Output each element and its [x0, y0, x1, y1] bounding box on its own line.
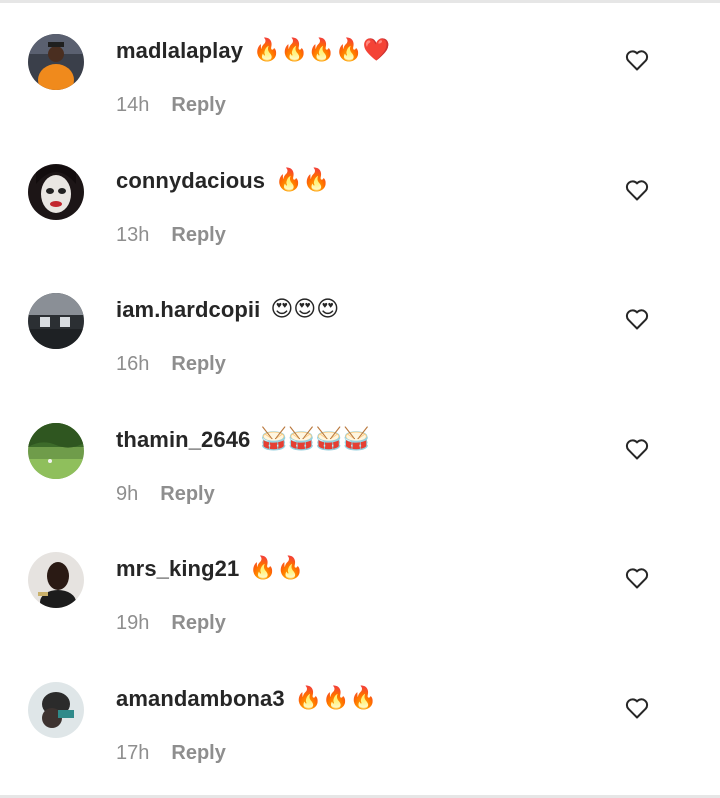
comment-timestamp: 14h: [116, 94, 150, 116]
avatar[interactable]: [28, 682, 84, 738]
comment-meta: 9h Reply: [116, 483, 215, 506]
comment-text: 🔥🔥: [249, 556, 305, 581]
comment-username[interactable]: iam.hardcopii: [116, 297, 260, 323]
avatar[interactable]: [28, 552, 84, 608]
comment-timestamp: 17h: [116, 742, 150, 764]
avatar[interactable]: [28, 423, 84, 479]
comment-item: madlalaplay 🔥🔥🔥🔥❤️ 14h Reply: [0, 0, 720, 129]
comment-username[interactable]: thamin_2646: [116, 427, 250, 453]
comment-item: thamin_2646 🥁🥁🥁🥁 9h Reply: [0, 389, 720, 518]
comment-timestamp: 13h: [116, 224, 150, 246]
comment-text-line: madlalaplay 🔥🔥🔥🔥❤️: [116, 34, 390, 68]
comment-text-line: connydacious 🔥🔥: [116, 164, 330, 198]
comment-text-line: thamin_2646 🥁🥁🥁🥁: [116, 423, 370, 457]
comment-text: 😍😍😍: [270, 297, 340, 322]
reply-button[interactable]: Reply: [171, 742, 225, 765]
heart-outline-icon[interactable]: [625, 697, 649, 719]
heart-outline-icon[interactable]: [625, 179, 649, 201]
comment-username[interactable]: amandambona3: [116, 686, 285, 712]
comment-meta: 13h Reply: [116, 224, 226, 247]
comment-timestamp: 16h: [116, 353, 150, 375]
heart-outline-icon[interactable]: [625, 567, 649, 589]
comment-text: 🥁🥁🥁🥁: [260, 427, 370, 452]
reply-button[interactable]: Reply: [171, 353, 225, 376]
comment-timestamp: 9h: [116, 483, 139, 505]
comment-text: 🔥🔥: [275, 168, 330, 193]
heart-outline-icon[interactable]: [625, 438, 649, 460]
comment-username[interactable]: connydacious: [116, 168, 265, 194]
avatar[interactable]: [28, 34, 84, 90]
comment-meta: 19h Reply: [116, 612, 226, 635]
comment-text-line: iam.hardcopii 😍😍😍: [116, 293, 339, 327]
reply-button[interactable]: Reply: [171, 612, 225, 635]
comment-text-line: amandambona3 🔥🔥🔥: [116, 682, 377, 716]
comment-text-line: mrs_king21 🔥🔥: [116, 552, 304, 586]
comment-item: iam.hardcopii 😍😍😍 16h Reply: [0, 259, 720, 388]
comment-item: mrs_king21 🔥🔥 19h Reply: [0, 518, 720, 647]
comment-username[interactable]: madlalaplay: [116, 38, 243, 64]
comment-text: 🔥🔥🔥🔥❤️: [253, 38, 391, 63]
heart-outline-icon[interactable]: [625, 49, 649, 71]
reply-button[interactable]: Reply: [171, 94, 225, 117]
avatar[interactable]: [28, 164, 84, 220]
reply-button[interactable]: Reply: [160, 483, 214, 506]
comment-meta: 17h Reply: [116, 742, 226, 765]
comment-meta: 14h Reply: [116, 94, 226, 117]
reply-button[interactable]: Reply: [171, 224, 225, 247]
comment-item: connydacious 🔥🔥 13h Reply: [0, 130, 720, 259]
avatar[interactable]: [28, 293, 84, 349]
comment-username[interactable]: mrs_king21: [116, 556, 239, 582]
comment-timestamp: 19h: [116, 612, 150, 634]
heart-outline-icon[interactable]: [625, 308, 649, 330]
comment-text: 🔥🔥🔥: [294, 686, 377, 711]
comment-meta: 16h Reply: [116, 353, 226, 376]
comment-item: amandambona3 🔥🔥🔥 17h Reply: [0, 648, 720, 777]
